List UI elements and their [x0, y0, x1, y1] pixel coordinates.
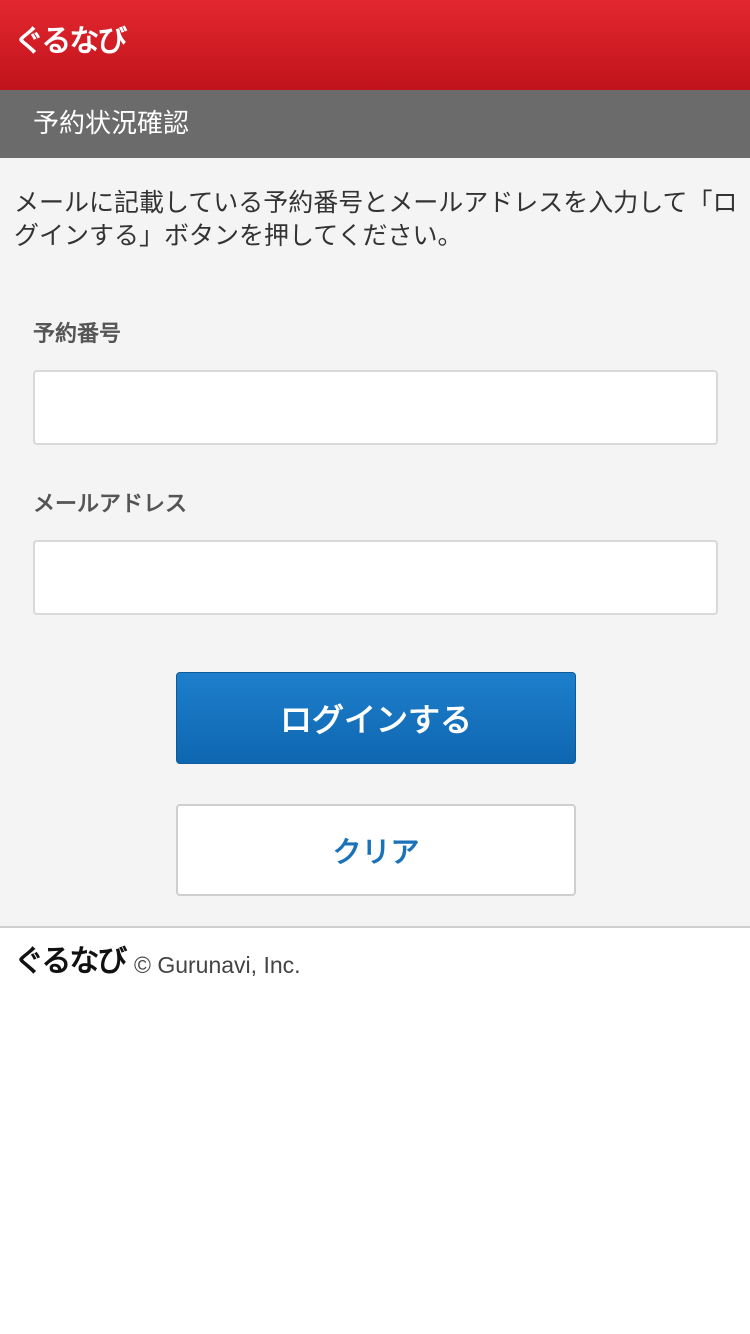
page-footer: ぐるなび © Gurunavi, Inc. [0, 926, 750, 1334]
email-label: メールアドレス [33, 492, 188, 517]
clear-button[interactable]: クリア [176, 804, 576, 896]
gurunavi-logo[interactable]: ぐるなび [14, 22, 127, 62]
login-button-label: ログインする [279, 701, 472, 739]
reservation-number-label: 予約番号 [33, 322, 122, 347]
login-button[interactable]: ログインする [176, 672, 576, 764]
app-header: ぐるなび [0, 0, 750, 90]
footer-gurunavi-logo[interactable]: ぐるなび [14, 942, 127, 982]
login-form-area: メールに記載している予約番号とメールアドレスを入力して「ログインする」ボタンを押… [0, 158, 750, 926]
clear-button-label: クリア [332, 835, 420, 869]
instruction-text: メールに記載している予約番号とメールアドレスを入力して「ログインする」ボタンを押… [14, 188, 738, 250]
email-input[interactable] [33, 540, 718, 615]
copyright-text: © Gurunavi, Inc. [134, 952, 301, 978]
page-title-bar: 予約状況確認 [0, 90, 750, 158]
page-title: 予約状況確認 [33, 109, 190, 139]
reservation-number-input[interactable] [33, 370, 718, 445]
